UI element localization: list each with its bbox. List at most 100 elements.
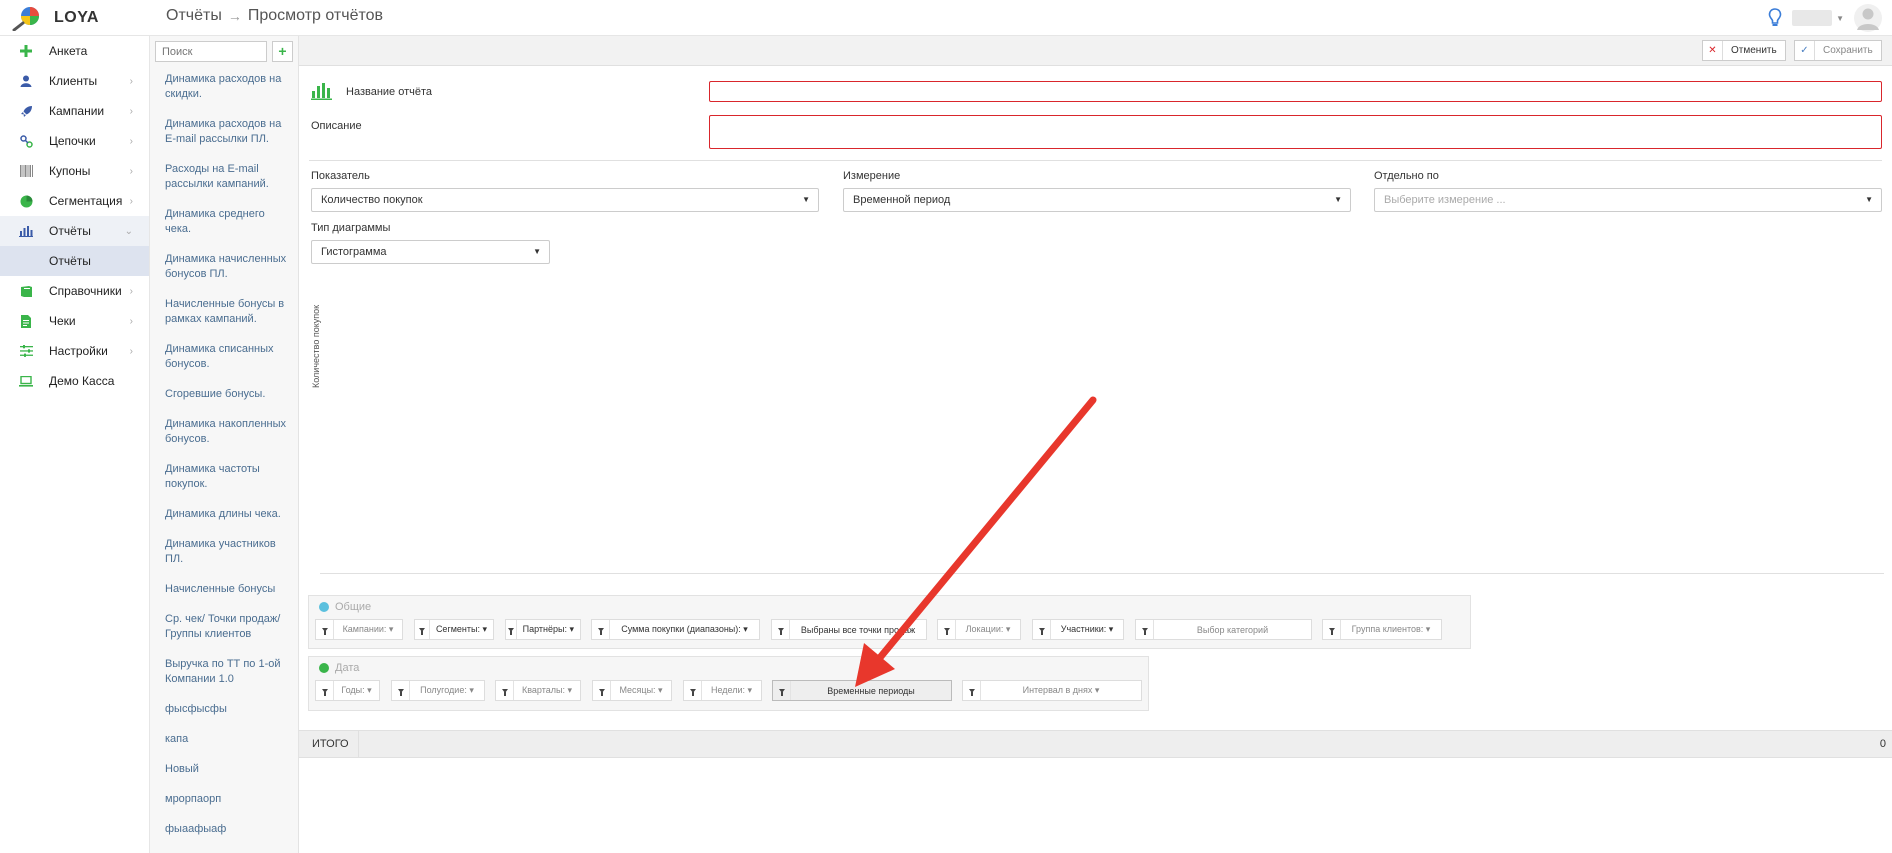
filter-label: Временные периоды	[827, 685, 915, 696]
filter-participants[interactable]: Участники: ▾	[1032, 619, 1124, 640]
report-list-item[interactable]: Начисленные бонусы в рамках кампаний.	[150, 297, 299, 327]
filter-segments[interactable]: Сегменты: ▾	[414, 619, 494, 640]
report-list-item[interactable]: Динамика списанных бонусов.	[150, 342, 299, 372]
report-list-item[interactable]: Выручка по ТТ по 1-ой Компании 1.0	[150, 657, 299, 687]
filter-label: Выбор категорий	[1196, 624, 1269, 635]
filter-icon	[593, 681, 611, 700]
save-button[interactable]: ✓ Сохранить	[1794, 40, 1882, 61]
main-content: ✕ Отменить ✓ Сохранить Название отчёта О…	[299, 36, 1892, 853]
laptop-icon	[19, 374, 33, 388]
report-list-item[interactable]: Динамика участников ПЛ.	[150, 537, 299, 567]
report-list-item[interactable]: Начисленные бонусы	[150, 582, 299, 597]
filter-label: Локации: ▾	[965, 624, 1011, 634]
description-label: Описание	[311, 120, 362, 132]
description-textarea[interactable]	[709, 115, 1882, 149]
filter-client-group[interactable]: Группа клиентов: ▾	[1322, 619, 1442, 640]
filter-weeks[interactable]: Недели: ▾	[683, 680, 762, 701]
filter-day-interval[interactable]: Интервал в днях ▾	[962, 680, 1142, 701]
total-row: ИТОГО 0	[299, 730, 1892, 758]
filter-campaigns[interactable]: Кампании: ▾	[315, 619, 403, 640]
avatar[interactable]	[1854, 4, 1882, 32]
report-list-item[interactable]: Динамика расходов на E-mail рассылки ПЛ.	[150, 117, 299, 147]
nav-item-coupons[interactable]: Купоны ›	[0, 156, 149, 186]
book-icon	[19, 284, 33, 298]
user-name-placeholder[interactable]	[1792, 10, 1833, 26]
nav-item-clients[interactable]: Клиенты ›	[0, 66, 149, 96]
dimension-select[interactable]: Временной период ▼	[843, 188, 1351, 212]
chain-icon	[19, 134, 33, 148]
nav-item-directories[interactable]: Справочники ›	[0, 276, 149, 306]
report-list-item[interactable]: капа	[150, 732, 299, 747]
filter-icon	[773, 681, 791, 700]
report-list-item[interactable]: Динамика накопленных бонусов.	[150, 417, 299, 447]
filter-label: Годы: ▾	[341, 685, 372, 695]
filter-time-periods[interactable]: Временные периоды	[772, 680, 952, 701]
cancel-button[interactable]: ✕ Отменить	[1702, 40, 1786, 61]
chevron-right-icon: ›	[129, 315, 133, 327]
report-list-item[interactable]: Динамика расходов на скидки.	[150, 72, 299, 102]
filter-label: Сумма покупки (диапазоны): ▾	[621, 624, 748, 634]
report-name-input[interactable]	[709, 81, 1882, 102]
filter-quarters[interactable]: Кварталы: ▾	[495, 680, 581, 701]
nav-item-chains[interactable]: Цепочки ›	[0, 126, 149, 156]
filter-purchase-amount[interactable]: Сумма покупки (диапазоны): ▾	[591, 619, 760, 640]
filter-partners[interactable]: Партнёры: ▾	[505, 619, 581, 640]
nav-subitem-reports[interactable]: Отчёты	[0, 246, 149, 276]
chevron-right-icon: ›	[129, 345, 133, 357]
logo-icon	[12, 7, 39, 31]
report-list-item[interactable]: Динамика частоты покупок.	[150, 462, 299, 492]
pie-chart-icon	[19, 194, 33, 208]
report-list-item[interactable]: Динамика длины чека.	[150, 507, 299, 522]
chart-baseline	[320, 573, 1884, 574]
filter-icon	[316, 620, 334, 639]
filter-icon	[1033, 620, 1051, 639]
left-nav: Анкета Клиенты › Кампании › Цепочки › Ку…	[0, 36, 150, 853]
report-list-item[interactable]: Сгоревшие бонусы.	[150, 387, 299, 402]
filter-points-of-sale[interactable]: Выбраны все точки продаж	[771, 619, 927, 640]
nav-item-label: Клиенты	[49, 74, 98, 88]
filter-half-years[interactable]: Полугодие: ▾	[391, 680, 485, 701]
filter-icon	[316, 681, 334, 700]
report-list-item[interactable]: Расходы на E-mail рассылки кампаний.	[150, 162, 299, 192]
report-list: Динамика расходов на скидки. Динамика ра…	[150, 72, 299, 852]
breadcrumb-item-view: Просмотр отчётов	[247, 7, 384, 24]
filter-icon	[1323, 620, 1341, 639]
nav-item-settings[interactable]: Настройки ›	[0, 336, 149, 366]
filter-years[interactable]: Годы: ▾	[315, 680, 380, 701]
filter-icon	[772, 620, 790, 639]
report-list-item[interactable]: Динамика среднего чека.	[150, 207, 299, 237]
nav-item-label: Кампании	[49, 104, 105, 118]
chevron-down-icon[interactable]: ▼	[1836, 14, 1844, 23]
report-list-panel: + Динамика расходов на скидки. Динамика …	[150, 36, 299, 853]
nav-item-segmentation[interactable]: Сегментация ›	[0, 186, 149, 216]
nav-item-reports[interactable]: Отчёты ⌄	[0, 216, 149, 246]
chart-type-select[interactable]: Гистограмма ▼	[311, 240, 550, 264]
sliders-icon	[19, 344, 33, 358]
barcode-icon	[19, 164, 33, 178]
split-by-select[interactable]: Выберите измерение ... ▼	[1374, 188, 1882, 212]
logo[interactable]: LOYA	[12, 5, 99, 31]
top-bar: LOYA Отчёты → Просмотр отчётов ▼	[0, 0, 1892, 36]
report-list-item[interactable]: Новый	[150, 762, 299, 777]
filter-categories[interactable]: Выбор категорий	[1135, 619, 1312, 640]
nav-item-receipts[interactable]: Чеки ›	[0, 306, 149, 336]
report-list-item[interactable]: мрорпаорп	[150, 792, 299, 807]
report-list-item[interactable]: фысфысфы	[150, 702, 299, 717]
add-report-button[interactable]: +	[272, 41, 293, 62]
breadcrumb-item-reports[interactable]: Отчёты	[166, 7, 222, 25]
breadcrumb: Отчёты → Просмотр отчётов	[166, 7, 383, 25]
nav-item-campaigns[interactable]: Кампании ›	[0, 96, 149, 126]
report-search-input[interactable]	[155, 41, 267, 62]
report-list-item[interactable]: Динамика начисленных бонусов ПЛ.	[150, 252, 299, 282]
nav-item-demo-cash[interactable]: Демо Касса	[0, 366, 149, 396]
dimension-select-value: Временной период	[853, 194, 951, 206]
filter-locations[interactable]: Локации: ▾	[937, 619, 1021, 640]
nav-subitem-label: Отчёты	[49, 254, 91, 268]
filter-label: Выбраны все точки продаж	[800, 624, 916, 635]
report-list-item[interactable]: фыаафыаф	[150, 822, 299, 837]
filter-months[interactable]: Месяцы: ▾	[592, 680, 672, 701]
report-list-item[interactable]: Ср. чек/ Точки продаж/ Группы клиентов	[150, 612, 299, 642]
lightbulb-icon[interactable]	[1768, 8, 1782, 28]
nav-item-questionnaire[interactable]: Анкета	[0, 36, 149, 66]
indicator-select[interactable]: Количество покупок ▼	[311, 188, 819, 212]
